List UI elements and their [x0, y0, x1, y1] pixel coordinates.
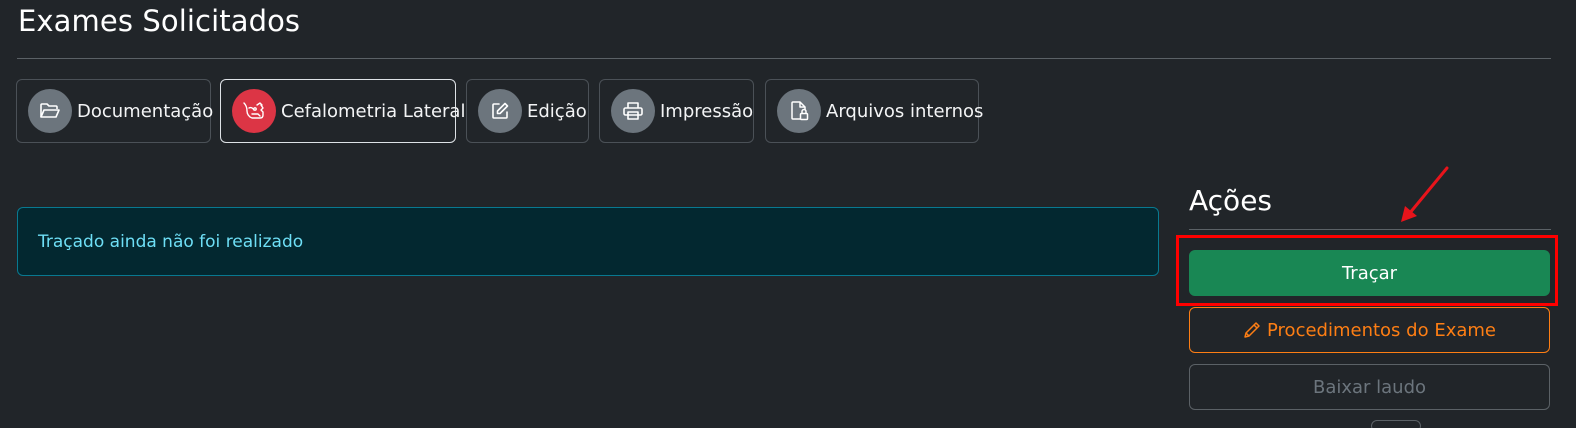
tab-documentacao[interactable]: Documentação — [16, 79, 214, 143]
edit-icon — [478, 89, 522, 133]
cephalometry-icon — [232, 89, 276, 133]
procedimentos-button-label: Procedimentos do Exame — [1267, 319, 1496, 341]
actions-title: Ações — [1189, 184, 1273, 217]
procedimentos-exame-button[interactable]: Procedimentos do Exame — [1189, 307, 1550, 353]
folder-open-icon — [28, 89, 72, 133]
tab-edicao[interactable]: Edição — [466, 79, 589, 143]
annotation-arrow-icon — [1401, 166, 1449, 222]
baixar-button-label: Baixar laudo — [1312, 376, 1427, 398]
actions-divider — [1189, 229, 1551, 230]
tab-label: Arquivos internos — [826, 100, 984, 122]
tab-impressao[interactable]: Impressão — [599, 79, 754, 143]
tab-label: Edição — [527, 100, 587, 122]
baixar-laudo-button[interactable]: Baixar laudo — [1189, 364, 1550, 410]
tab-label: Cefalometria Lateral — [281, 100, 466, 122]
tab-cefalometria-lateral[interactable]: Cefalometria Lateral — [220, 79, 465, 143]
printer-icon — [611, 89, 655, 133]
file-lock-icon — [777, 89, 821, 133]
tab-label: Impressão — [660, 100, 754, 122]
alert-message: Traçado ainda não foi realizado — [38, 231, 304, 252]
tab-arquivos-internos[interactable]: Arquivos internos — [765, 79, 983, 143]
page-title: Exames Solicitados — [18, 4, 301, 38]
page: Exames Solicitados Documentação Cefalome… — [0, 0, 1576, 428]
pencil-icon — [1243, 321, 1261, 339]
partial-button[interactable] — [1371, 420, 1421, 428]
title-divider — [17, 58, 1551, 59]
info-alert: Traçado ainda não foi realizado — [17, 207, 1159, 276]
highlight-annotation-box — [1176, 235, 1558, 306]
tab-label: Documentação — [77, 100, 214, 122]
